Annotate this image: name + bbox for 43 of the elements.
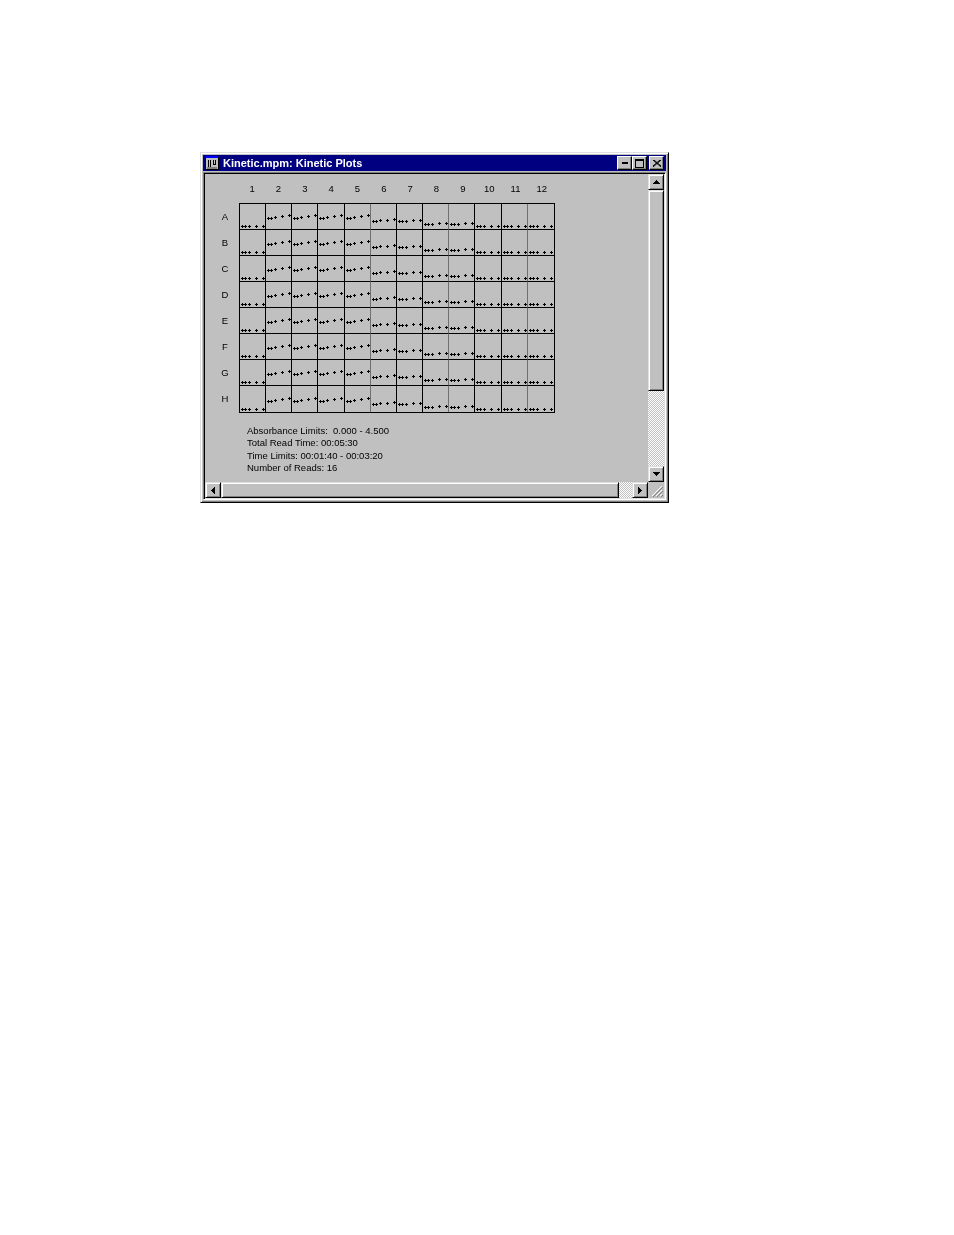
row-label: E [221, 315, 229, 327]
column-label: 7 [407, 183, 413, 195]
maximize-icon [635, 158, 644, 168]
scroll-up-button[interactable] [648, 174, 664, 190]
resize-grip-icon [652, 486, 663, 497]
scrollbar-thumb[interactable] [648, 190, 664, 391]
minimize-button[interactable] [617, 156, 632, 170]
column-label: 8 [433, 183, 440, 195]
column-label: 11 [510, 183, 521, 195]
left-arrow-icon [211, 486, 215, 494]
row-label: D [221, 289, 229, 301]
column-label: 9 [460, 183, 466, 195]
scroll-right-button[interactable] [632, 482, 648, 498]
column-label: 5 [354, 183, 361, 195]
row-label: B [221, 237, 229, 249]
window-title: Kinetic.mpm: Kinetic Plots [223, 156, 364, 170]
vertical-scrollbar[interactable] [648, 174, 664, 482]
scroll-left-button[interactable] [205, 482, 221, 498]
row-label: F [222, 341, 228, 353]
summary-text: Absorbance Limits: 0.000 - 4.500 [247, 425, 390, 438]
summary-text: Total Read Time: 00:05:30 [247, 437, 358, 450]
right-arrow-icon [638, 486, 642, 494]
column-label: 1 [249, 183, 255, 195]
column-label: 3 [302, 183, 308, 195]
summary-text: Number of Reads: 16 [247, 462, 338, 475]
row-label: G [221, 367, 229, 379]
column-label: 12 [536, 183, 548, 195]
summary-text: Time Limits: 00:01:40 - 00:03:20 [247, 449, 383, 463]
column-label: 10 [483, 183, 495, 195]
row-label: H [221, 393, 229, 405]
column-label: 2 [275, 183, 282, 195]
down-arrow-icon [652, 472, 660, 476]
column-label: 6 [381, 183, 387, 195]
row-label: A [221, 211, 229, 223]
document-icon [205, 156, 219, 170]
minimize-icon [621, 162, 628, 164]
scroll-down-button[interactable] [648, 466, 664, 482]
maximize-button[interactable] [632, 156, 647, 170]
row-label: C [221, 263, 229, 275]
up-arrow-icon [652, 180, 660, 184]
close-button[interactable] [649, 156, 664, 170]
close-icon [652, 159, 661, 167]
column-label: 4 [328, 183, 334, 195]
